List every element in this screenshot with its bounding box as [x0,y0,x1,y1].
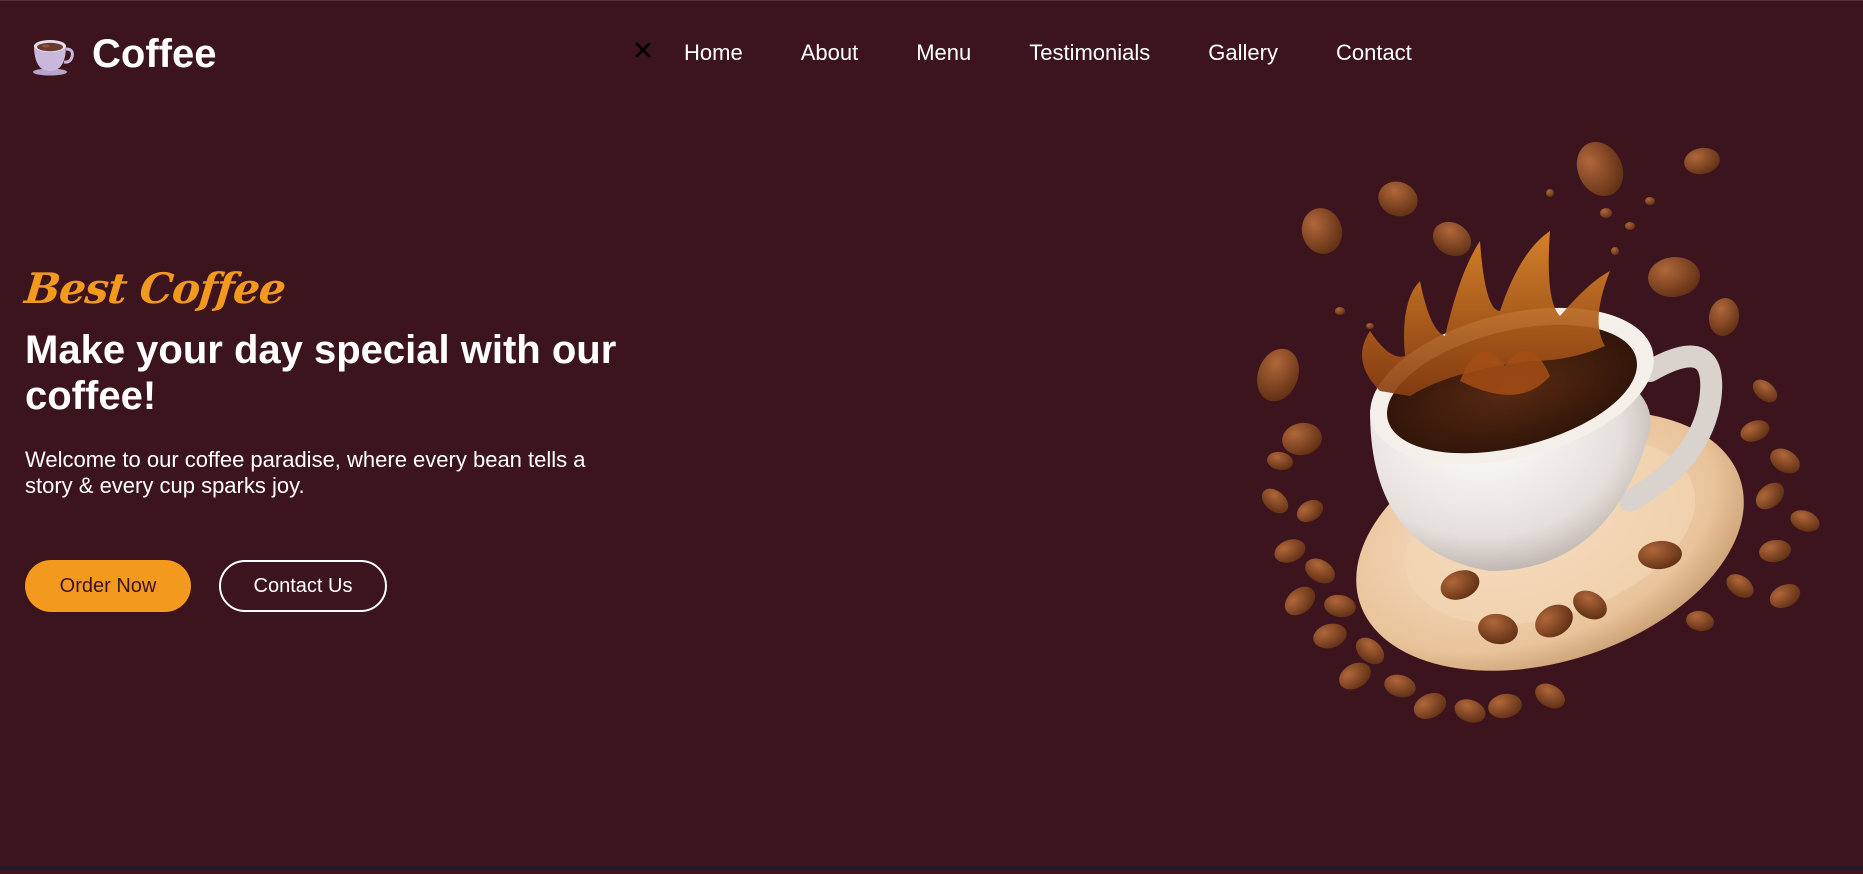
coffee-splash-cup-image [1257,141,1820,723]
hero-buttons: Order Now Contact Us [25,560,387,612]
close-icon[interactable] [634,41,652,59]
hero-description: Welcome to our coffee paradise, where ev… [25,447,586,498]
nav-item-about[interactable]: About [801,39,859,67]
hero-headline: Make your day special with our coffee! [25,328,617,418]
nav-item-home[interactable]: Home [684,39,743,67]
nav-item-gallery[interactable]: Gallery [1208,39,1278,67]
brand-name: Coffee [92,32,217,76]
hero-section: Best Coffee Make your day special with o… [22,263,665,499]
bottom-edge [0,866,1863,870]
page: Coffee Home About Menu Testimonials Gall… [0,0,1863,870]
nav-item-contact[interactable]: Contact [1336,39,1412,67]
brand-logo[interactable]: Coffee [30,31,216,77]
order-now-button[interactable]: Order Now [25,560,191,612]
nav-item-menu[interactable]: Menu [916,39,971,67]
contact-us-button[interactable]: Contact Us [219,560,387,612]
nav-item-testimonials[interactable]: Testimonials [1029,39,1150,67]
navbar: Coffee Home About Menu Testimonials Gall… [0,1,1863,105]
hero-subtitle: Best Coffee [22,264,288,313]
nav-menu: Home About Menu Testimonials Gallery Con… [684,39,1412,67]
coffee-cup-icon [33,40,74,76]
